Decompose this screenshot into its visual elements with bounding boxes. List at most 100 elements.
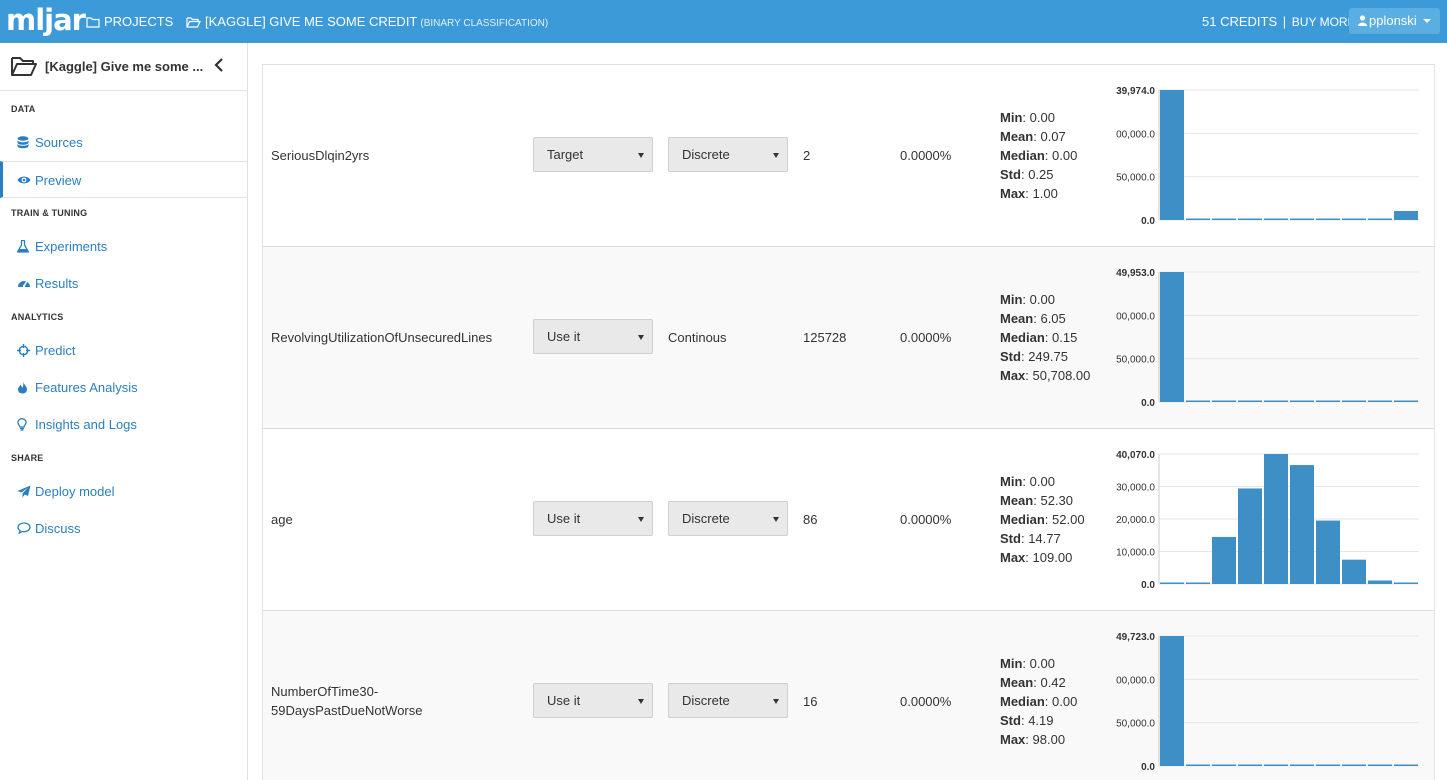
missing-percent: 0.0000% [900, 330, 952, 345]
type-select[interactable]: Discrete [668, 501, 788, 536]
project-type: (BINARY CLASSIFICATION) [420, 18, 549, 29]
flask-icon [17, 240, 29, 253]
caret-down-icon [773, 699, 779, 704]
histogram-bar [1264, 764, 1288, 766]
current-project-link[interactable]: [KAGGLE] GIVE ME SOME CREDIT (BINARY CLAS… [186, 14, 548, 32]
y-tick-label: 0.0 [1141, 398, 1155, 409]
y-tick-label: 50,000.0 [1116, 719, 1155, 730]
caret-down-icon [638, 699, 644, 704]
usage-select[interactable]: Target [533, 137, 653, 172]
dashboard-icon [18, 280, 30, 288]
stat-mean: 52.30 [1040, 493, 1074, 508]
usage-value: Use it [547, 511, 581, 526]
credits-separator: | [1282, 14, 1287, 29]
fire-icon [18, 381, 27, 394]
username: pplonski [1369, 13, 1417, 28]
histogram-bar [1342, 764, 1366, 766]
histogram-bar [1186, 582, 1210, 584]
histogram-bar [1160, 272, 1184, 402]
feature-stats: Min: 0.00 Mean: 0.42 Median: 0.00 Std: 4… [1000, 656, 1078, 747]
y-tick-label: 20,000.0 [1116, 515, 1155, 526]
histogram-bar [1238, 400, 1262, 402]
lightbulb-icon [17, 418, 27, 431]
histogram-bar [1238, 764, 1262, 766]
sidebar-item-results[interactable]: Results [0, 265, 247, 302]
sidebar: [Kaggle] Give me some ... DATA Sources P… [0, 43, 248, 780]
histogram-bar [1186, 218, 1210, 220]
histogram-bar [1368, 580, 1392, 584]
y-tick-label: 0.0 [1141, 580, 1155, 591]
histogram-bar [1212, 536, 1236, 584]
histogram-svg: 40,070.0 30,000.0 20,000.0 10,000.0 0.0 [1116, 450, 1419, 591]
histogram-svg: 39,974.0 00,000.0 50,000.0 0.0 [1116, 86, 1419, 227]
y-tick-label: 49,723.0 [1116, 632, 1155, 643]
sidebar-item-sources[interactable]: Sources [0, 124, 247, 161]
sidebar-item-features-analysis[interactable]: Features Analysis [0, 369, 247, 406]
feature-name: age [271, 512, 293, 527]
y-tick-label: 00,000.0 [1116, 675, 1155, 686]
y-tick-label: 0.0 [1141, 762, 1155, 773]
caret-down-icon [638, 517, 644, 522]
chevron-left-icon[interactable] [214, 58, 224, 72]
stat-std: 0.25 [1028, 167, 1054, 182]
section-title-train: TRAIN & TUNING [11, 208, 88, 218]
table-row: age Use it Discrete 86 0.0000% Min: 0.00… [262, 429, 1435, 611]
histogram-bar [1394, 582, 1418, 584]
histogram-bar [1290, 764, 1314, 766]
usage-select[interactable]: Use it [533, 683, 653, 718]
histogram-svg: 49,953.0 00,000.0 50,000.0 0.0 [1116, 268, 1419, 409]
table-header-strip [262, 43, 1435, 65]
usage-value: Target [547, 147, 584, 162]
sidebar-item-insights-logs[interactable]: Insights and Logs [0, 406, 247, 443]
y-tick-label: 0.0 [1141, 216, 1155, 227]
histogram-chart: 39,974.0 00,000.0 50,000.0 0.0 [1101, 73, 1431, 243]
sidebar-item-predict[interactable]: Predict [0, 332, 247, 369]
histogram-bar [1342, 218, 1366, 220]
stat-median: 0.00 [1052, 148, 1078, 163]
projects-link[interactable]: PROJECTS [86, 14, 173, 30]
histogram-bar [1238, 488, 1262, 584]
usage-select[interactable]: Use it [533, 319, 653, 354]
usage-value: Use it [547, 693, 581, 708]
user-menu-button[interactable]: pplonski [1349, 8, 1440, 34]
histogram-bar [1316, 764, 1340, 766]
unique-count: 125728 [803, 330, 847, 345]
table-row: RevolvingUtilizationOfUnsecuredLines Use… [262, 247, 1435, 429]
type-value: Discrete [682, 693, 730, 708]
sidebar-item-deploy-model[interactable]: Deploy model [0, 473, 247, 510]
sidebar-item-experiments[interactable]: Experiments [0, 228, 247, 265]
histogram-bar [1394, 400, 1418, 402]
usage-select[interactable]: Use it [533, 501, 653, 536]
histogram-bar [1186, 400, 1210, 402]
histogram-bar [1238, 218, 1262, 220]
histogram-bar [1212, 764, 1236, 766]
projects-label: PROJECTS [104, 14, 174, 29]
sidebar-item-preview[interactable]: Preview [0, 161, 247, 198]
histogram-bar [1368, 764, 1392, 766]
sidebar-item-label: Sources [35, 135, 83, 150]
mljar-logo[interactable]: mljar [6, 2, 86, 38]
sidebar-item-label: Experiments [35, 239, 108, 254]
sidebar-item-label: Deploy model [35, 484, 115, 499]
feature-name: SeriousDlqin2yrs [271, 148, 370, 163]
histogram-bar [1212, 218, 1236, 220]
credits-info: 51 CREDITS | BUY MORE [1202, 14, 1356, 30]
caret-down-icon [638, 153, 644, 158]
usage-value: Use it [547, 329, 581, 344]
stat-median: 0.00 [1052, 694, 1078, 709]
sidebar-project-name: [Kaggle] Give me some ... [45, 59, 204, 74]
features-table: SeriousDlqin2yrs Target Discrete 2 0.000… [262, 43, 1435, 780]
histogram-chart: 49,723.0 00,000.0 50,000.0 0.0 [1101, 619, 1431, 780]
type-value: Continous [668, 330, 727, 345]
y-tick-label: 10,000.0 [1116, 548, 1155, 559]
type-select[interactable]: Discrete [668, 683, 788, 718]
credits-count: 51 CREDITS [1202, 14, 1278, 29]
y-tick-label: 50,000.0 [1116, 355, 1155, 366]
buy-more-link[interactable]: BUY MORE [1292, 15, 1356, 29]
type-select[interactable]: Discrete [668, 137, 788, 172]
comment-icon [17, 522, 31, 534]
sidebar-item-label: Predict [35, 343, 76, 358]
histogram-chart: 40,070.0 30,000.0 20,000.0 10,000.0 0.0 [1101, 437, 1431, 607]
sidebar-item-label: Insights and Logs [35, 417, 137, 432]
sidebar-item-discuss[interactable]: Discuss [0, 510, 247, 547]
